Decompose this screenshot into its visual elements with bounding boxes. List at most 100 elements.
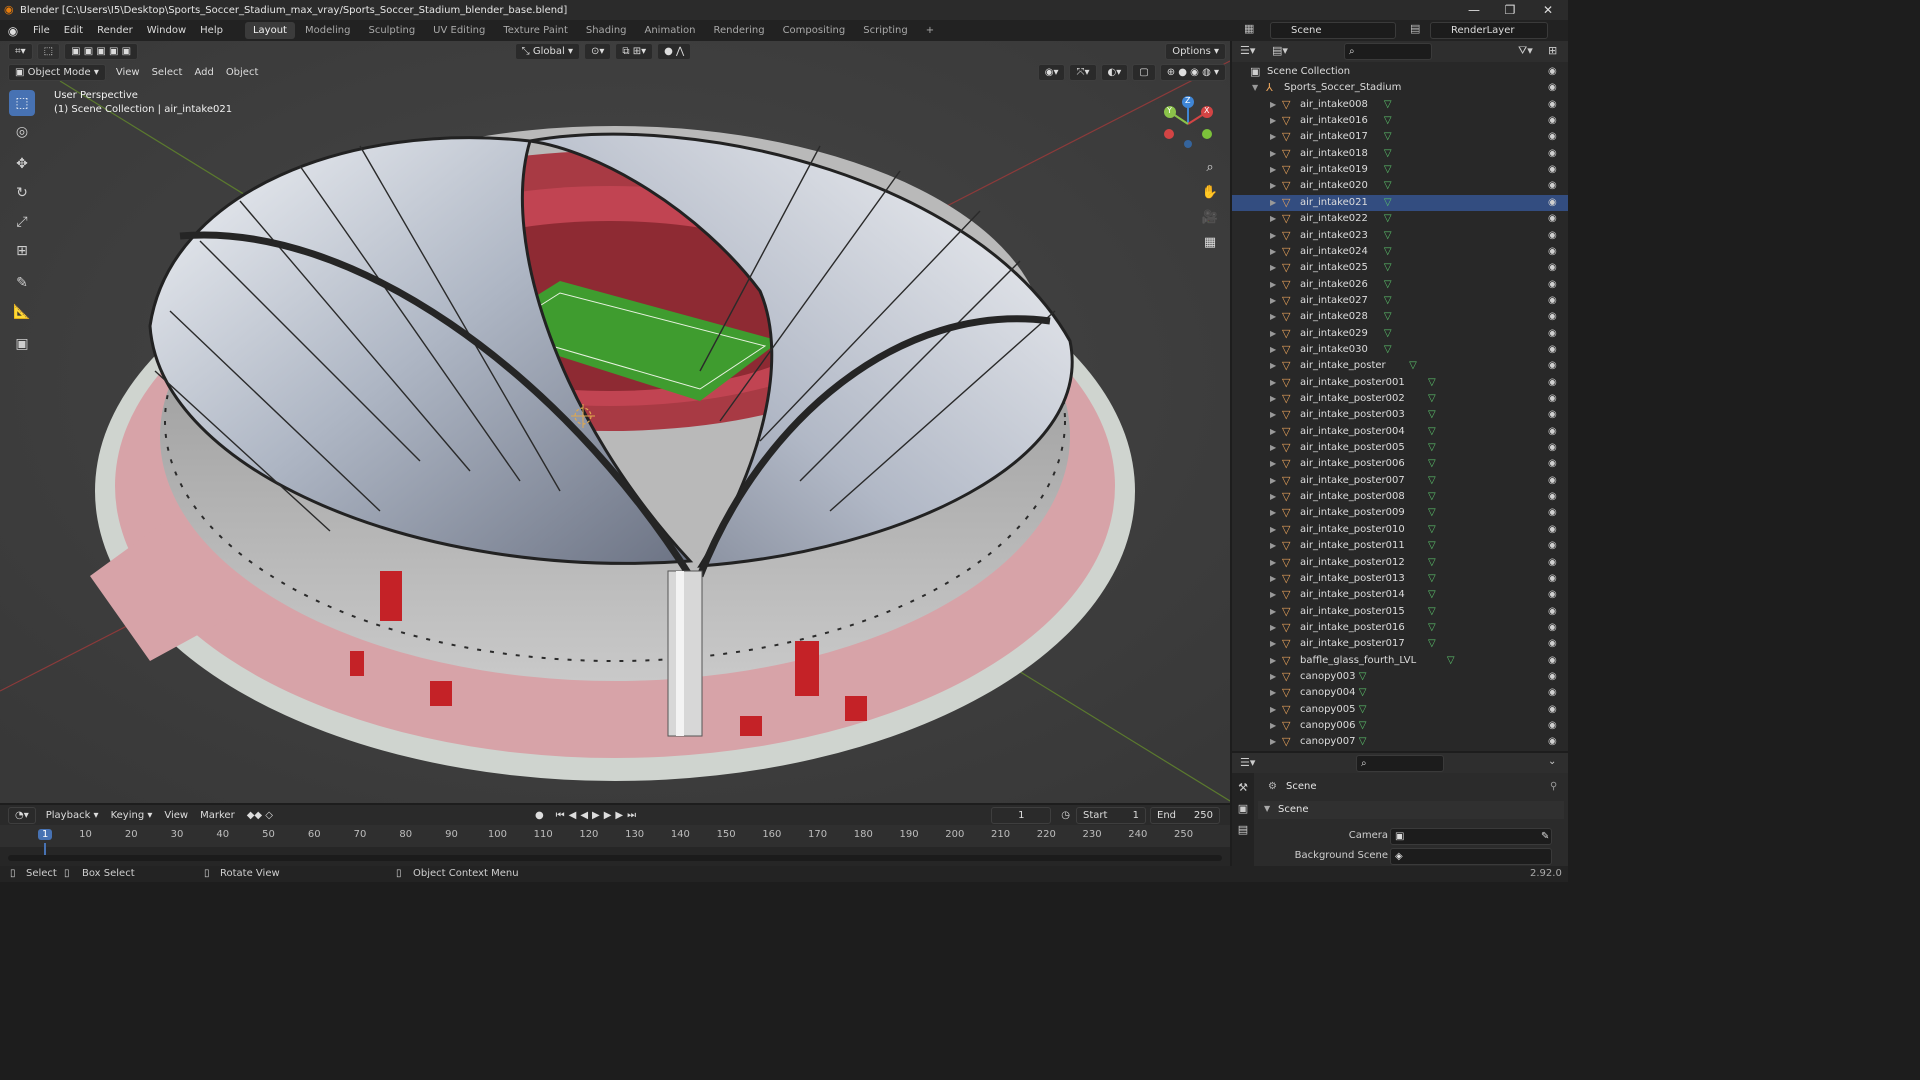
visibility-eye-icon[interactable]: ◉ bbox=[1548, 97, 1557, 113]
expand-arrow-icon[interactable]: ▶ bbox=[1270, 113, 1276, 129]
visibility-eye-icon[interactable]: ◉ bbox=[1548, 178, 1557, 194]
timeline-menu-marker[interactable]: Marker bbox=[194, 810, 241, 821]
expand-arrow-icon[interactable]: ▶ bbox=[1270, 97, 1276, 113]
zoom-icon[interactable]: ⌕ bbox=[1199, 156, 1221, 178]
properties-editor-icon[interactable]: ☰▾ bbox=[1240, 756, 1255, 769]
outliner-item[interactable]: ▶ ▽ air_intake008 ▽ ◉ bbox=[1232, 97, 1568, 113]
visibility-eye-icon[interactable]: ◉ bbox=[1548, 293, 1557, 309]
pan-hand-icon[interactable]: ✋ bbox=[1199, 181, 1221, 203]
timeline-menu-view[interactable]: View bbox=[158, 810, 194, 821]
viewport-menu-add[interactable]: Add bbox=[188, 67, 219, 78]
outliner-item[interactable]: ▶ ▽ air_intake017 ▽ ◉ bbox=[1232, 129, 1568, 145]
shading-mode-icons[interactable]: ⊕ ● ◉ ◍ ▾ bbox=[1159, 63, 1226, 81]
expand-arrow-icon[interactable]: ▶ bbox=[1270, 685, 1276, 701]
outliner-item[interactable]: ▶ ▽ air_intake_poster009 ▽ ◉ bbox=[1232, 505, 1568, 521]
outliner-item[interactable]: ▶ ▽ air_intake_poster015 ▽ ◉ bbox=[1232, 604, 1568, 620]
visibility-eye-icon[interactable]: ◉ bbox=[1548, 309, 1557, 325]
visibility-eye-icon[interactable]: ◉ bbox=[1548, 620, 1557, 636]
tab-rendering[interactable]: Rendering bbox=[705, 22, 772, 39]
pivot-dropdown[interactable]: ⊙▾ bbox=[583, 43, 612, 60]
outliner-item[interactable]: ▶ ▽ air_intake019 ▽ ◉ bbox=[1232, 162, 1568, 178]
visibility-eye-icon[interactable]: ◉ bbox=[1548, 80, 1557, 96]
viewport-menu-object[interactable]: Object bbox=[220, 67, 265, 78]
outliner-item[interactable]: ▶ ▽ air_intake_poster004 ▽ ◉ bbox=[1232, 424, 1568, 440]
visibility-eye-icon[interactable]: ◉ bbox=[1548, 636, 1557, 652]
outliner-item[interactable]: ▶ ▽ air_intake027 ▽ ◉ bbox=[1232, 293, 1568, 309]
outliner-item[interactable]: ▶ ▽ air_intake_poster016 ▽ ◉ bbox=[1232, 620, 1568, 636]
outliner-item[interactable]: ▶ ▽ air_intake_poster003 ▽ ◉ bbox=[1232, 407, 1568, 423]
outliner-item[interactable]: ▶ ▽ air_intake_poster012 ▽ ◉ bbox=[1232, 555, 1568, 571]
orientation-dropdown[interactable]: ⤡ Global ▾ bbox=[514, 43, 580, 60]
expand-arrow-icon[interactable]: ▶ bbox=[1270, 522, 1276, 538]
timeline-scrollbar[interactable] bbox=[8, 855, 1222, 861]
viewport-menu-select[interactable]: Select bbox=[146, 67, 189, 78]
expand-arrow-icon[interactable]: ▶ bbox=[1270, 636, 1276, 652]
expand-arrow-icon[interactable]: ▶ bbox=[1270, 358, 1276, 374]
tab-uv-editing[interactable]: UV Editing bbox=[425, 22, 493, 39]
visibility-eye-icon[interactable]: ◉ bbox=[1548, 718, 1557, 734]
visibility-eye-icon[interactable]: ◉ bbox=[1548, 522, 1557, 538]
visibility-eye-icon[interactable]: ◉ bbox=[1548, 342, 1557, 358]
camera-field[interactable]: ▣ ✎ bbox=[1390, 828, 1552, 845]
render-tab-icon[interactable]: ▣ bbox=[1232, 802, 1254, 815]
scale-tool-icon[interactable]: ⤢ bbox=[9, 209, 35, 235]
expand-arrow-icon[interactable]: ▶ bbox=[1270, 456, 1276, 472]
outliner-item[interactable]: ▶ ▽ air_intake_poster005 ▽ ◉ bbox=[1232, 440, 1568, 456]
record-icon[interactable]: ● bbox=[529, 810, 550, 821]
outliner-item[interactable]: ▶ ▽ canopy007 ▽ ◉ bbox=[1232, 734, 1568, 750]
expand-arrow-icon[interactable]: ▶ bbox=[1270, 129, 1276, 145]
visibility-eye-icon[interactable]: ◉ bbox=[1548, 653, 1557, 669]
add-workspace-icon[interactable]: + bbox=[918, 22, 942, 39]
pin-icon[interactable]: ⚲ bbox=[1550, 781, 1557, 792]
timeline-editor-icon[interactable]: ◔▾ bbox=[8, 806, 36, 824]
expand-arrow-icon[interactable]: ▶ bbox=[1270, 669, 1276, 685]
eyedropper-icon[interactable]: ✎ bbox=[1541, 829, 1549, 844]
expand-arrow-icon[interactable]: ▶ bbox=[1270, 375, 1276, 391]
outliner-item[interactable]: ▶ ▽ air_intake_poster010 ▽ ◉ bbox=[1232, 522, 1568, 538]
editor-type-icon[interactable]: ⌗▾ bbox=[8, 43, 33, 60]
expand-arrow-icon[interactable]: ▶ bbox=[1270, 211, 1276, 227]
selection-mode-icons[interactable]: ▣ ▣ ▣ ▣ ▣ bbox=[64, 43, 139, 60]
visibility-eye-icon[interactable]: ◉ bbox=[1548, 260, 1557, 276]
measure-tool-icon[interactable]: 📐 bbox=[9, 299, 35, 325]
select-tool-icon[interactable]: ⬚ bbox=[36, 43, 61, 60]
visibility-eye-icon[interactable]: ◉ bbox=[1548, 407, 1557, 423]
options-dropdown[interactable]: Options ▾ bbox=[1165, 43, 1226, 60]
outliner-item[interactable]: ▶ ▽ air_intake_poster002 ▽ ◉ bbox=[1232, 391, 1568, 407]
expand-arrow-icon[interactable]: ▶ bbox=[1270, 702, 1276, 718]
expand-arrow-icon[interactable]: ▶ bbox=[1270, 342, 1276, 358]
visibility-eye-icon[interactable]: ◉ bbox=[1548, 326, 1557, 342]
move-tool-icon[interactable]: ✥ bbox=[9, 151, 35, 177]
visibility-eye-icon[interactable]: ◉ bbox=[1548, 228, 1557, 244]
outliner-item[interactable]: ▶ ▽ air_intake_poster ▽ ◉ bbox=[1232, 358, 1568, 374]
expand-arrow-icon[interactable]: ▶ bbox=[1270, 146, 1276, 162]
visibility-eye-icon[interactable]: ◉ bbox=[1548, 604, 1557, 620]
close-window-button[interactable]: ✕ bbox=[1530, 0, 1566, 20]
outliner-item[interactable]: ▶ ▽ air_intake_poster006 ▽ ◉ bbox=[1232, 456, 1568, 472]
expand-arrow-icon[interactable]: ▶ bbox=[1270, 162, 1276, 178]
rotate-tool-icon[interactable]: ↻ bbox=[9, 180, 35, 206]
navigation-gizmo[interactable]: Z X Y bbox=[1160, 96, 1216, 152]
outliner-item[interactable]: ▶ ▽ air_intake021 ▽ ◉ bbox=[1232, 194, 1568, 211]
viewport-menu-view[interactable]: View bbox=[110, 67, 146, 78]
keyframe-icons[interactable]: ◆◆ ◇ bbox=[241, 810, 279, 821]
outliner-item[interactable]: ▶ ▽ air_intake020 ▽ ◉ bbox=[1232, 178, 1568, 194]
visibility-eye-icon[interactable]: ◉ bbox=[1548, 440, 1557, 456]
outliner-item[interactable]: ▶ ▽ canopy005 ▽ ◉ bbox=[1232, 702, 1568, 718]
outliner-item[interactable]: ▶ ▽ air_intake018 ▽ ◉ bbox=[1232, 146, 1568, 162]
visibility-eye-icon[interactable]: ◉ bbox=[1548, 505, 1557, 521]
expand-arrow-icon[interactable]: ▶ bbox=[1270, 734, 1276, 750]
expand-arrow-icon[interactable]: ▶ bbox=[1270, 309, 1276, 325]
visibility-eye-icon[interactable]: ◉ bbox=[1548, 702, 1557, 718]
restore-button[interactable]: ❐ bbox=[1492, 0, 1528, 20]
outliner-item[interactable]: ▶ ▽ air_intake_poster017 ▽ ◉ bbox=[1232, 636, 1568, 652]
timeline-menu-keying[interactable]: Keying ▾ bbox=[105, 810, 159, 821]
outliner-editor-icon[interactable]: ☰▾ bbox=[1240, 44, 1255, 57]
scene-name-field[interactable]: Scene bbox=[1270, 22, 1396, 39]
output-tab-icon[interactable]: ▤ bbox=[1232, 823, 1254, 836]
ortho-grid-icon[interactable]: ▦ bbox=[1199, 231, 1221, 253]
outliner-item[interactable]: ▶ ▽ air_intake028 ▽ ◉ bbox=[1232, 309, 1568, 325]
filter-icon[interactable]: ⛛▾ bbox=[1518, 44, 1533, 58]
proportional-edit[interactable]: ● ⋀ bbox=[657, 43, 692, 60]
expand-arrow-icon[interactable]: ▶ bbox=[1270, 407, 1276, 423]
